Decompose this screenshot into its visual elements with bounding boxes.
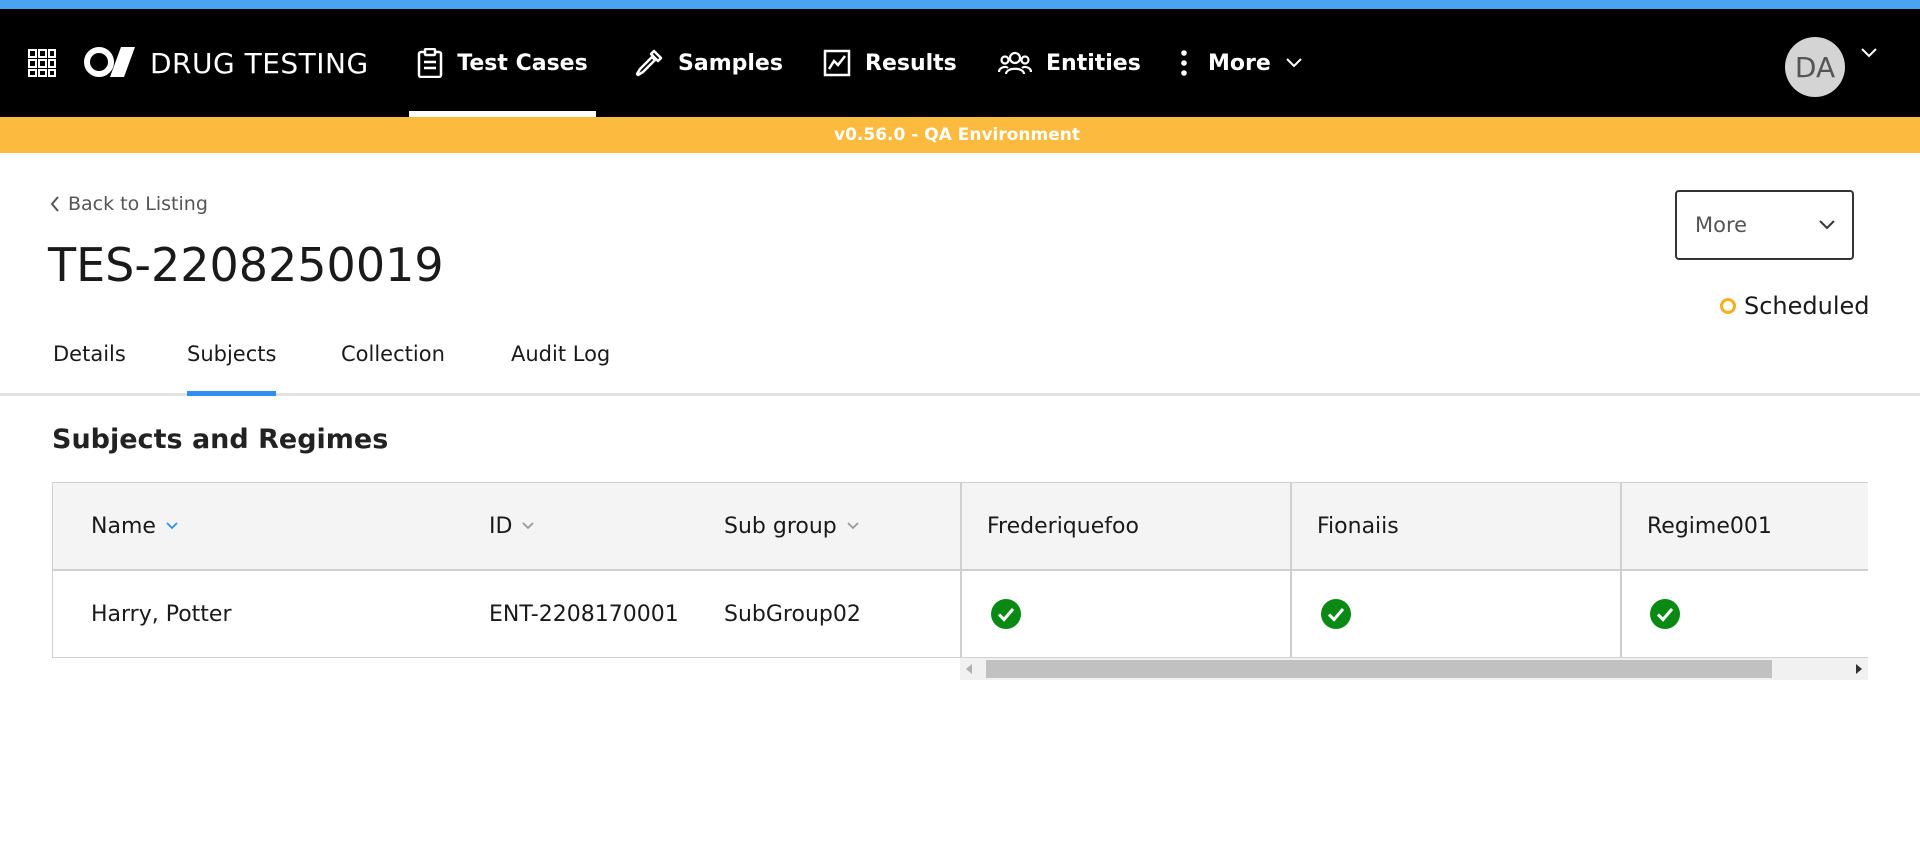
top-accent-strip <box>0 0 1920 9</box>
check-circle-icon <box>1650 599 1680 629</box>
chart-icon <box>823 49 851 77</box>
nav-more[interactable]: More <box>1180 9 1303 117</box>
check-circle-icon <box>991 599 1021 629</box>
more-dropdown-button[interactable]: More <box>1675 190 1854 260</box>
tab-subjects[interactable]: Subjects <box>187 342 277 396</box>
status-badge: Scheduled <box>1720 292 1870 320</box>
column-divider <box>960 483 962 657</box>
column-header-regime: Regime001 <box>1647 513 1772 539</box>
check-circle-icon <box>1321 599 1351 629</box>
top-navbar: DRUG TESTING Test Cases Samples Results <box>0 9 1920 117</box>
nav-label: Results <box>865 50 957 76</box>
tab-collection[interactable]: Collection <box>341 342 445 396</box>
tab-details[interactable]: Details <box>53 342 126 396</box>
sort-chevron-icon <box>847 522 859 530</box>
tab-audit-log[interactable]: Audit Log <box>511 342 610 396</box>
grid-icon[interactable] <box>28 49 56 77</box>
column-header-regime: Fionaiis <box>1317 513 1399 539</box>
back-label: Back to Listing <box>68 193 208 215</box>
page-title: TES-2208250019 <box>48 238 444 292</box>
column-divider <box>1290 483 1292 657</box>
column-label: ID <box>489 513 513 539</box>
brand-name: DRUG TESTING <box>150 47 369 80</box>
clipboard-icon <box>418 48 443 78</box>
nav-label: More <box>1208 50 1271 76</box>
pipette-icon <box>635 49 663 77</box>
nav-label: Entities <box>1046 50 1141 76</box>
column-header-regime: Frederiquefoo <box>987 513 1139 539</box>
back-to-listing-link[interactable]: Back to Listing <box>50 193 208 215</box>
column-header-id[interactable]: ID <box>489 483 535 569</box>
triangle-right-icon <box>1856 664 1862 674</box>
cell-regime-status <box>1650 571 1680 657</box>
chevron-down-icon <box>1286 58 1302 68</box>
column-label: Name <box>91 513 156 539</box>
scroll-left-arrow[interactable] <box>960 658 978 680</box>
environment-label: v0.56.0 - QA Environment <box>834 125 1080 145</box>
cell-regime-status <box>1321 571 1351 657</box>
environment-banner: v0.56.0 - QA Environment <box>0 117 1920 153</box>
logo-mark-icon <box>84 47 135 77</box>
horizontal-scrollbar[interactable] <box>960 658 1868 680</box>
kebab-icon <box>1181 50 1187 76</box>
sort-chevron-icon <box>522 522 535 530</box>
column-header-sub-group[interactable]: Sub group <box>724 483 859 569</box>
status-ring-icon <box>1720 298 1736 314</box>
tab-bar: Details Subjects Collection Audit Log <box>0 330 1920 396</box>
status-label: Scheduled <box>1744 292 1870 320</box>
chevron-down-icon[interactable] <box>1860 47 1878 59</box>
more-label: More <box>1695 213 1748 237</box>
nav-label: Test Cases <box>457 50 588 76</box>
column-label: Sub group <box>724 513 837 539</box>
subjects-table: Name ID Sub group Frederiquefoo Fionaiis… <box>52 482 1868 658</box>
chevron-down-icon <box>1819 220 1835 230</box>
users-icon <box>998 51 1032 75</box>
nav-test-cases[interactable]: Test Cases <box>409 9 596 117</box>
chevron-left-icon <box>50 196 59 212</box>
cell-name: Harry, Potter <box>91 601 232 627</box>
cell-sub-group: SubGroup02 <box>724 601 861 627</box>
nav-samples[interactable]: Samples <box>634 9 783 117</box>
cell-id: ENT-2208170001 <box>489 601 679 627</box>
cell-regime-status <box>991 571 1021 657</box>
nav-label: Samples <box>678 50 783 76</box>
triangle-left-icon <box>966 664 972 674</box>
sort-chevron-icon <box>166 522 178 530</box>
avatar[interactable]: DA <box>1785 37 1845 97</box>
column-divider <box>1620 483 1622 657</box>
scroll-right-arrow[interactable] <box>1850 658 1868 680</box>
nav-entities[interactable]: Entities <box>998 9 1141 117</box>
section-title: Subjects and Regimes <box>52 424 389 455</box>
scrollbar-thumb[interactable] <box>986 660 1772 678</box>
nav-results[interactable]: Results <box>823 9 957 117</box>
column-header-name[interactable]: Name <box>91 483 178 569</box>
